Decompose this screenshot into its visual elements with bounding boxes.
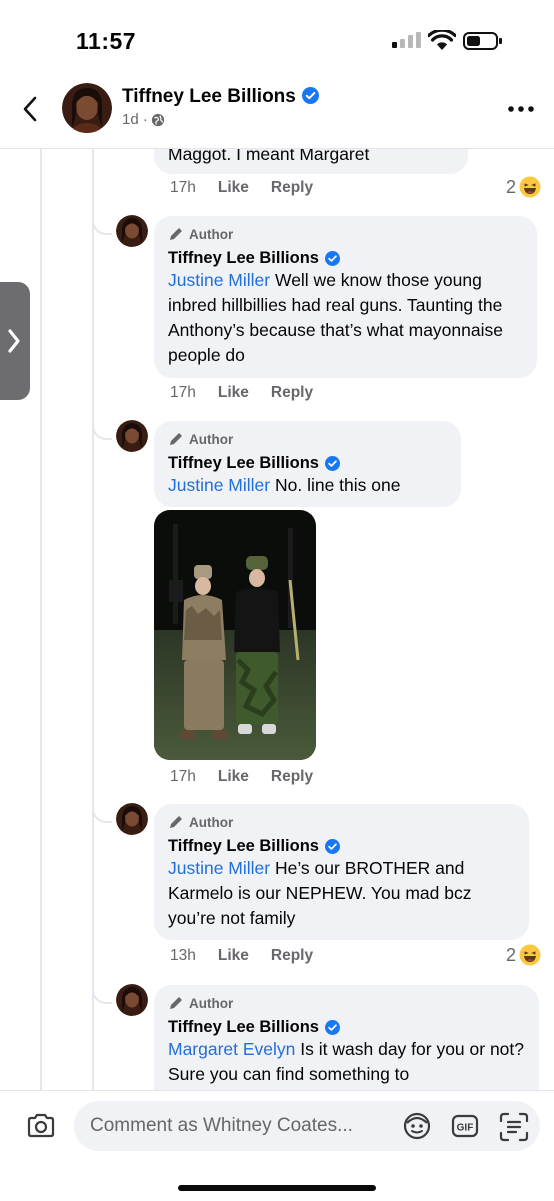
comment-composer: Comment as Whitney Coates... GIF: [0, 1090, 554, 1201]
chevron-right-icon: [8, 329, 20, 353]
svg-text:GIF: GIF: [457, 1123, 474, 1134]
commenter-name-text[interactable]: Tiffney Lee Billions: [168, 1018, 319, 1037]
thread-line: [92, 148, 94, 1090]
home-indicator: [178, 1185, 376, 1191]
comment-bubble[interactable]: Author Tiffney Lee Billions Justine Mill…: [154, 804, 529, 940]
verified-icon: [324, 1020, 340, 1035]
commenter-name-text[interactable]: Tiffney Lee Billions: [168, 249, 319, 268]
battery-icon: [463, 32, 502, 50]
comment-bubble[interactable]: Author Tiffney Lee Billions Justine Mill…: [154, 216, 537, 378]
reply-button[interactable]: Reply: [271, 947, 313, 965]
globe-icon: [151, 113, 164, 126]
haha-icon: [519, 176, 541, 198]
author-badge-label: Author: [189, 226, 234, 242]
gif-icon[interactable]: GIF: [450, 1111, 480, 1141]
like-button[interactable]: Like: [218, 768, 249, 786]
author-badge: Author: [168, 995, 525, 1011]
comment-text: Justine Miller He’s our BROTHER and Karm…: [168, 856, 515, 931]
comment-text: Justine Miller Well we know those young …: [168, 268, 523, 368]
reaction-summary[interactable]: 2: [506, 944, 541, 966]
author-name[interactable]: Tiffney Lee Billions: [122, 86, 296, 107]
commenter-name-text[interactable]: Tiffney Lee Billions: [168, 837, 319, 856]
avatar[interactable]: [116, 803, 148, 835]
author-badge-label: Author: [189, 431, 234, 447]
verified-icon: [324, 251, 340, 266]
comment-photo[interactable]: [154, 510, 316, 760]
pencil-icon: [170, 433, 182, 445]
verified-icon: [301, 87, 319, 104]
verified-icon: [324, 456, 340, 471]
author-badge-label: Author: [189, 814, 234, 830]
reaction-count: 2: [506, 176, 517, 197]
thread-connector: [92, 420, 112, 440]
comment-actions: 13h Like Reply: [170, 947, 313, 965]
mention-link[interactable]: Justine Miller: [168, 858, 270, 878]
haha-icon: [519, 944, 541, 966]
text-scan-icon[interactable]: [498, 1111, 530, 1143]
side-panel-handle[interactable]: [0, 282, 30, 400]
reaction-count: 2: [506, 944, 517, 965]
comment-bubble[interactable]: Author Tiffney Lee Billions Justine Mill…: [154, 421, 461, 507]
author-badge: Author: [168, 814, 515, 830]
verified-icon: [324, 839, 340, 854]
comment-time: 13h: [170, 947, 196, 964]
comment-time: 17h: [170, 384, 196, 401]
comment-body: No. line this one: [270, 475, 401, 495]
thread-connector: [92, 215, 112, 235]
status-bar: 11:57: [0, 0, 554, 80]
post-time: 1d ·: [122, 111, 148, 128]
commenter-name-text[interactable]: Tiffney Lee Billions: [168, 454, 319, 473]
status-time: 11:57: [76, 28, 137, 54]
signal-icon: [392, 32, 421, 48]
commenter-name[interactable]: Tiffney Lee Billions: [168, 837, 515, 856]
pencil-icon: [170, 997, 182, 1009]
more-icon[interactable]: [508, 106, 534, 112]
camera-icon[interactable]: [26, 1113, 56, 1139]
commenter-name[interactable]: Tiffney Lee Billions: [168, 454, 447, 473]
comment-input[interactable]: Comment as Whitney Coates... GIF: [74, 1101, 540, 1151]
reply-button[interactable]: Reply: [271, 768, 313, 786]
reaction-summary[interactable]: 2: [506, 176, 541, 198]
thread-line: [40, 148, 42, 1090]
post-meta: 1d ·: [122, 111, 165, 128]
mention-link[interactable]: Justine Miller: [168, 475, 270, 495]
comment-actions: 17h Like Reply: [170, 768, 313, 786]
author-badge: Author: [168, 226, 523, 242]
author-badge-label: Author: [189, 995, 234, 1011]
page-title[interactable]: Tiffney Lee Billions: [122, 86, 319, 108]
avatar[interactable]: [116, 215, 148, 247]
avatar[interactable]: [62, 83, 112, 133]
back-icon[interactable]: [18, 94, 44, 124]
comment-actions: 17h Like Reply: [170, 179, 313, 197]
comment-time: 17h: [170, 179, 196, 196]
mention-link[interactable]: Margaret Evelyn: [168, 1039, 295, 1059]
reply-button[interactable]: Reply: [271, 179, 313, 197]
commenter-name[interactable]: Tiffney Lee Billions: [168, 1018, 525, 1037]
comment-time: 17h: [170, 768, 196, 785]
mention-link[interactable]: Justine Miller: [168, 270, 270, 290]
thread-connector: [92, 984, 112, 1004]
comment-input-placeholder: Comment as Whitney Coates...: [90, 1115, 353, 1136]
avatar[interactable]: [116, 984, 148, 1016]
comment-text: Margaret Evelyn Is it wash day for you o…: [168, 1037, 525, 1087]
avatar[interactable]: [116, 420, 148, 452]
pencil-icon: [170, 228, 182, 240]
comment-actions: 17h Like Reply: [170, 384, 313, 402]
pencil-icon: [170, 816, 182, 828]
commenter-name[interactable]: Tiffney Lee Billions: [168, 249, 523, 268]
thread-connector: [92, 803, 112, 823]
post-header: Tiffney Lee Billions 1d ·: [0, 80, 554, 149]
reply-button[interactable]: Reply: [271, 384, 313, 402]
like-button[interactable]: Like: [218, 947, 249, 965]
avatar-sticker-icon[interactable]: [402, 1111, 432, 1141]
wifi-icon: [428, 30, 456, 50]
comment-text: Justine Miller No. line this one: [168, 473, 447, 498]
like-button[interactable]: Like: [218, 179, 249, 197]
like-button[interactable]: Like: [218, 384, 249, 402]
author-badge: Author: [168, 431, 447, 447]
